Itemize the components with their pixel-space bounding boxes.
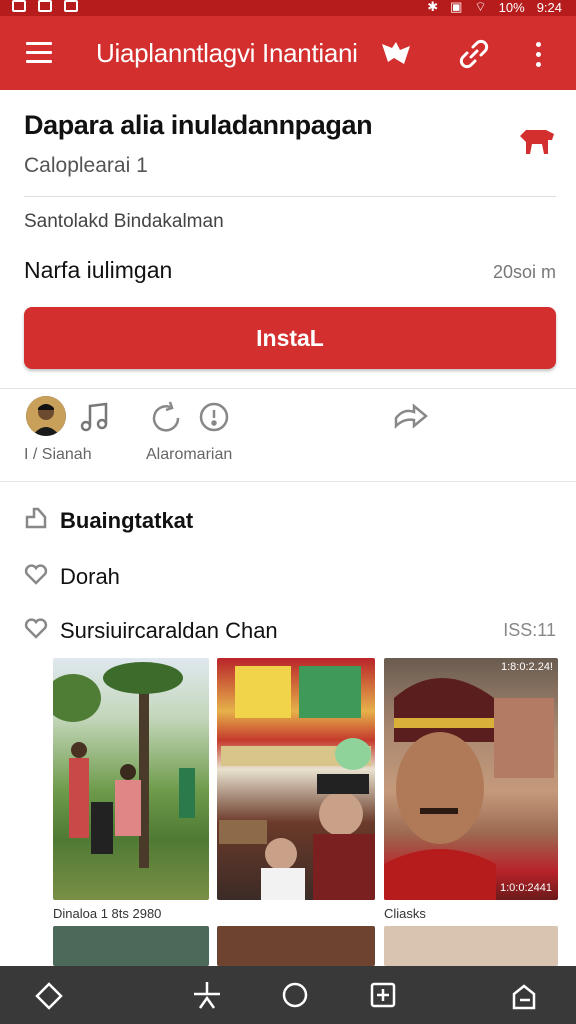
battery-percent: 10% (498, 0, 525, 15)
wifi-icon: ⌔ (474, 0, 487, 14)
screenshot-thumbnail[interactable]: 1:8:0:2.24! 1:0:0:2441 (384, 658, 558, 900)
badge-icon (518, 124, 556, 158)
tile-overlay: 1:0:0:2441 (500, 882, 552, 894)
notification-icons (12, 0, 78, 12)
notification-icon (64, 0, 78, 12)
screenshot-thumbnail[interactable] (53, 658, 209, 900)
install-button[interactable]: InstaL (24, 307, 556, 369)
navigation-bar (0, 966, 576, 1024)
recent-icon[interactable] (506, 978, 540, 1012)
menu-icon[interactable] (26, 42, 52, 69)
thumb-icon (24, 506, 48, 535)
status-time: 9:24 (536, 0, 562, 15)
refresh-icon[interactable] (148, 400, 184, 436)
screenshot-thumbnail[interactable] (384, 926, 558, 966)
section-value: ISS:11 (503, 620, 556, 640)
heart-icon (24, 562, 48, 591)
plus-square-icon[interactable] (366, 978, 400, 1012)
size-value: 20soi m (492, 262, 556, 282)
section-row[interactable]: Dorah (24, 562, 120, 591)
avatar[interactable] (26, 396, 66, 436)
more-icon[interactable] (536, 42, 544, 72)
music-icon[interactable] (78, 400, 112, 434)
notification-icon (38, 0, 52, 12)
screenshot-caption: Dinaloa 1 8ts 2980 (53, 906, 162, 921)
tile-overlay: 1:8:0:2.24! (501, 661, 553, 673)
divider (24, 196, 556, 197)
screenshot-thumbnail[interactable] (53, 926, 209, 966)
section-label: Buaingtatkat (60, 507, 194, 533)
app-subtitle: Caloplearai 1 (24, 154, 148, 177)
info-icon[interactable] (198, 401, 230, 433)
stat-label: Alaromarian (146, 446, 233, 463)
section-row[interactable]: Buaingtatkat (24, 506, 193, 535)
notification-icon (12, 0, 26, 12)
size-label: Narfa iulimgan (24, 257, 173, 283)
tab-indicator (94, 102, 402, 106)
status-bar: ✱ ▣ ⌔ 10% 9:24 (0, 0, 576, 16)
screenshot-thumbnail[interactable] (217, 926, 375, 966)
filter-icon[interactable] (190, 978, 224, 1012)
status-right: ✱ ▣ ⌔ 10% 9:24 (427, 0, 562, 15)
app-name: Dapara alia inuladannpagan (24, 110, 373, 140)
section-label: Dorah (60, 563, 120, 589)
bluetooth-icon: ✱ (427, 0, 439, 14)
share-icon[interactable] (394, 402, 428, 432)
screenshot-caption: Cliasks (384, 906, 426, 921)
vibrate-icon: ▣ (450, 0, 463, 14)
app-bar: Uiaplanntlagvi Inantiani (0, 16, 576, 106)
tag-icon (380, 40, 412, 73)
app-bar-title: Uiaplanntlagvi Inantiani (96, 38, 358, 68)
circle-icon[interactable] (278, 978, 312, 1012)
link-icon[interactable] (458, 38, 490, 70)
stat-label: I / Sianah (24, 446, 92, 463)
developer-link[interactable]: Santolakd Bindakalman (24, 211, 224, 233)
divider (0, 388, 576, 389)
screenshot-thumbnail[interactable] (217, 658, 375, 900)
chat-icon (24, 616, 48, 645)
section-label: Sursiuircaraldan Chan (60, 617, 278, 643)
home-icon[interactable] (32, 978, 66, 1012)
divider (0, 481, 576, 482)
section-row[interactable]: Sursiuircaraldan Chan (24, 616, 278, 645)
